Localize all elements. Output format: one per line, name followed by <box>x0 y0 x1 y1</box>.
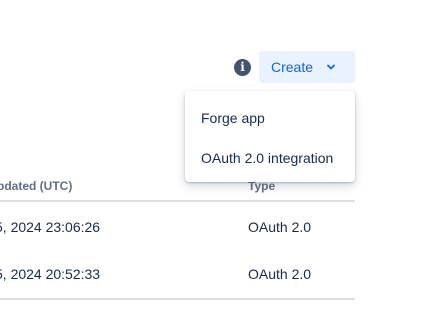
column-header-updated[interactable]: pdated (UTC) <box>0 179 72 193</box>
create-button[interactable]: Create <box>259 51 355 83</box>
table-bottom-divider <box>0 298 355 300</box>
chevron-down-icon <box>327 64 335 70</box>
create-button-label: Create <box>271 59 314 75</box>
menu-item-oauth-integration[interactable]: OAuth 2.0 integration <box>185 140 355 176</box>
cell-type: OAuth 2.0 <box>248 266 312 282</box>
cell-type: OAuth 2.0 <box>248 219 312 235</box>
cell-updated: 5, 2024 20:52:33 <box>0 266 101 282</box>
table-header-divider <box>0 200 355 202</box>
info-icon[interactable]: i <box>234 59 251 76</box>
integrations-page: i Create Forge app OAuth 2.0 integration… <box>0 0 423 317</box>
menu-item-forge-app[interactable]: Forge app <box>185 100 355 136</box>
cell-updated: 5, 2024 23:06:26 <box>0 219 101 235</box>
create-dropdown-menu: Forge app OAuth 2.0 integration <box>185 91 355 182</box>
